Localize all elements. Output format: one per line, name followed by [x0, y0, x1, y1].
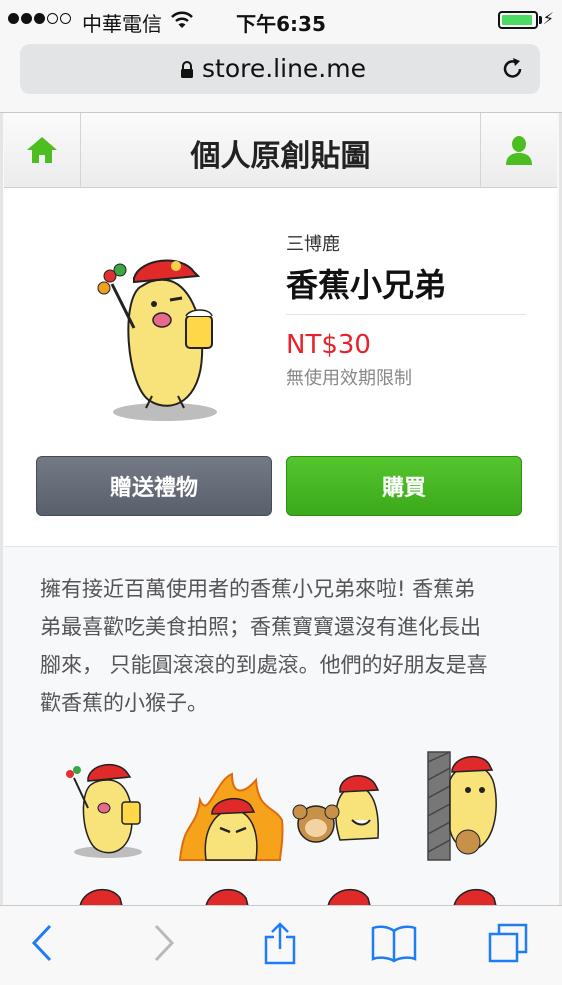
charging-icon: ⚡ — [542, 9, 554, 28]
sticker-preview-partial[interactable] — [318, 880, 378, 906]
sticker-banana-peek-wall[interactable] — [424, 750, 504, 862]
address-bar[interactable]: store.line.me — [20, 44, 540, 94]
product-section: 三博鹿 香蕉小兄弟 NT$30 無使用效期限制 贈送禮物 購買 — [4, 188, 557, 547]
share-icon — [264, 922, 296, 965]
sticker-preview-partial[interactable] — [70, 878, 130, 906]
reload-icon[interactable] — [500, 56, 526, 82]
back-icon — [31, 924, 52, 962]
account-button[interactable] — [480, 113, 557, 187]
product-name: 香蕉小兄弟 — [286, 266, 447, 304]
sticker-banana-beer[interactable] — [58, 750, 158, 860]
sticker-preview-partial[interactable] — [196, 880, 256, 906]
browser-toolbar — [0, 905, 562, 985]
description-line: 擁有接近百萬使用者的香蕉小兄弟來啦! 香蕉弟 — [40, 577, 476, 601]
left-frame — [0, 0, 3, 984]
send-gift-button[interactable]: 贈送禮物 — [36, 456, 272, 516]
share-button[interactable] — [250, 918, 310, 968]
back-button[interactable] — [12, 918, 72, 968]
lock-icon — [181, 61, 193, 78]
url-text: store.line.me — [202, 54, 366, 83]
product-author[interactable]: 三博鹿 — [286, 230, 340, 256]
description-line: 歡香蕉的小猴子。 — [40, 691, 208, 715]
product-description: 擁有接近百萬使用者的香蕉小兄弟來啦! 香蕉弟 弟最喜歡吃美食拍照；香蕉寶寶還沒有… — [40, 570, 526, 722]
main-sticker-image — [97, 259, 217, 421]
sticker-preview-partial[interactable] — [444, 880, 504, 906]
page-header: 個人原創貼圖 — [4, 113, 557, 188]
tabs-button[interactable] — [478, 918, 538, 968]
browser-address-area: store.line.me — [0, 40, 562, 113]
bookmarks-icon — [371, 925, 417, 963]
validity-note: 無使用效期限制 — [286, 368, 412, 389]
sticker-banana-monkey-laugh[interactable] — [292, 775, 380, 843]
page-title: 個人原創貼圖 — [190, 139, 371, 174]
user-icon — [506, 136, 532, 165]
battery-icon — [498, 11, 538, 29]
tabs-icon — [488, 923, 528, 963]
forward-button[interactable] — [134, 918, 194, 968]
buy-button[interactable]: 購買 — [286, 456, 522, 516]
sticker-banana-angry-fire[interactable] — [176, 770, 286, 862]
forward-icon — [154, 924, 175, 962]
battery-tip — [539, 16, 542, 24]
divider — [286, 314, 526, 315]
bookmarks-button[interactable] — [364, 918, 424, 968]
description-line: 腳來， 只能圓滾滾的到處滾。他們的好朋友是喜 — [40, 653, 488, 677]
status-time: 下午6:35 — [236, 12, 326, 36]
status-bar: 中華電信 下午6:35 ⚡ — [0, 0, 562, 40]
description-line: 弟最喜歡吃美食拍照；香蕉寶寶還沒有進化長出 — [40, 615, 481, 639]
product-price: NT$30 — [286, 330, 371, 360]
